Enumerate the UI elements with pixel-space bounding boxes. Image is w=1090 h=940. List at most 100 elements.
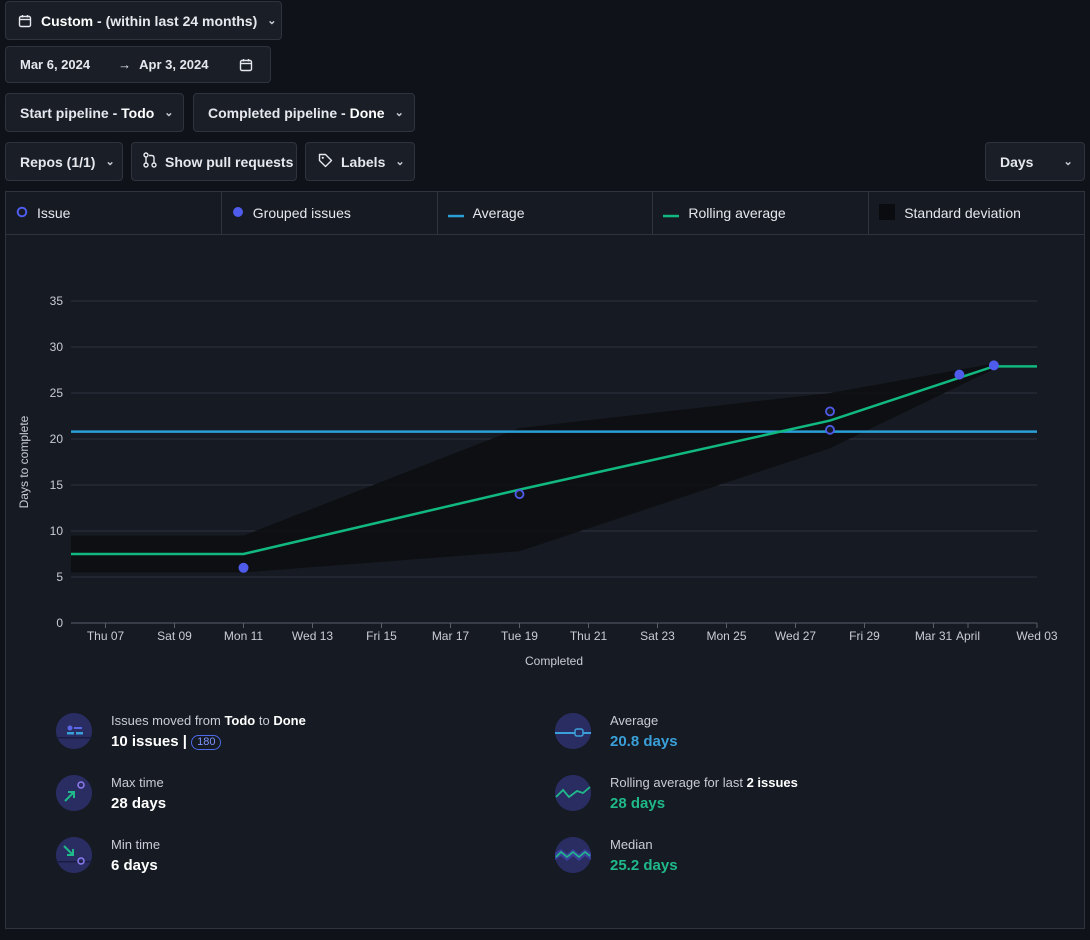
x-tick-label: Sat 23 (640, 629, 675, 643)
stat-average: Average 20.8 days (555, 713, 678, 750)
chart-panel: Issue Grouped issues Average Rolling ave… (5, 191, 1085, 929)
date-range-type: Custom (41, 12, 94, 29)
show-pull-requests-label: Show pull requests (165, 153, 294, 170)
legend-stddev-label: Standard deviation (904, 205, 1021, 221)
calendar-icon (18, 14, 32, 28)
average-line-icon (447, 205, 464, 221)
average-icon (555, 713, 591, 749)
min-time-icon (56, 837, 92, 873)
issues-moved-to: Done (273, 713, 306, 728)
arrow-icon: → (118, 57, 132, 72)
chevron-down-icon: ⌄ (394, 107, 404, 119)
x-tick-label: Wed 03 (1016, 629, 1057, 643)
legend-issue[interactable]: Issue (6, 192, 222, 234)
stat-issues-moved: Issues moved from Todo to Done 10 issues… (56, 713, 306, 750)
min-time-label: Min time (111, 837, 161, 852)
pull-request-icon (143, 152, 157, 171)
x-tick-label: Thu 07 (87, 629, 125, 643)
stat-rolling-average: Rolling average for last 2 issues 28 day… (555, 775, 798, 812)
labels-label: Labels (341, 153, 386, 170)
show-pull-requests-toggle[interactable]: Show pull requests (131, 142, 297, 181)
date-from-input[interactable]: Mar 6, 2024 (20, 57, 90, 72)
x-tick-label: Thu 21 (570, 629, 608, 643)
chevron-down-icon: ⌄ (395, 156, 405, 168)
unit-dropdown[interactable]: Days ⌄ (985, 142, 1085, 181)
y-tick-label: 25 (50, 386, 64, 400)
x-axis-label: Completed (525, 654, 583, 668)
legend-issue-label: Issue (37, 205, 71, 221)
x-tick-label: Fri 29 (849, 629, 880, 643)
x-tick-label: Tue 19 (501, 629, 538, 643)
legend-rolling-average[interactable]: Rolling average (653, 192, 870, 234)
start-pipeline-dropdown[interactable]: Start pipeline - Todo ⌄ (5, 93, 184, 132)
chevron-down-icon: ⌄ (105, 156, 115, 168)
rolling-average-label: Rolling average for last 2 issues (610, 775, 798, 791)
average-value: 20.8 days (610, 733, 678, 750)
legend-grouped-label: Grouped issues (252, 205, 351, 221)
x-tick-label: Wed 27 (775, 629, 816, 643)
issues-moved-prefix: Issues moved from (111, 713, 225, 728)
completed-pipeline-label: Completed pipeline - (208, 104, 350, 121)
completed-pipeline-dropdown[interactable]: Completed pipeline - Done ⌄ (193, 93, 415, 132)
issues-moved-label: Issues moved from Todo to Done (111, 713, 306, 729)
start-pipeline-value: Todo (121, 104, 155, 121)
issues-moved-to-word: to (255, 713, 274, 728)
median-icon (555, 837, 591, 873)
chevron-down-icon: ⌄ (164, 107, 174, 119)
chevron-down-icon: ⌄ (1063, 156, 1073, 168)
issues-moved-from: Todo (224, 713, 256, 728)
date-range-dropdown[interactable]: Custom - (within last 24 months) ⌄ (5, 1, 282, 40)
y-tick-label: 10 (50, 524, 64, 538)
max-time-label: Max time (111, 775, 164, 790)
date-range-note: - (within last 24 months) (93, 12, 258, 29)
legend-rolling-label: Rolling average (688, 205, 786, 221)
max-time-icon (56, 775, 92, 811)
stat-min-time: Min time 6 days (56, 837, 160, 874)
repos-label: Repos (1/1) (20, 153, 96, 170)
issue-point (514, 489, 525, 500)
issues-total-badge[interactable]: 180 (191, 734, 222, 750)
y-tick-label: 5 (56, 570, 63, 584)
y-tick-label: 15 (50, 478, 64, 492)
chart-legend: Issue Grouped issues Average Rolling ave… (6, 192, 1084, 235)
x-tick-label: Mar 31 (915, 629, 953, 643)
chevron-down-icon: ⌄ (267, 15, 277, 27)
rolling-prefix: Rolling average for last (610, 775, 747, 790)
y-tick-label: 0 (56, 616, 63, 630)
grouped-issue-point (238, 562, 249, 573)
labels-dropdown[interactable]: Labels ⌄ (305, 142, 415, 181)
legend-average[interactable]: Average (438, 192, 654, 234)
x-tick-label: Sat 09 (157, 629, 192, 643)
stddev-swatch-icon (879, 203, 896, 223)
y-tick-label: 20 (50, 432, 64, 446)
completed-pipeline-value: Done (349, 104, 385, 121)
tag-icon (318, 153, 333, 171)
x-tick-label: Mar 17 (432, 629, 470, 643)
x-tick-label: Mon 11 (224, 629, 263, 643)
stat-max-time: Max time 28 days (56, 775, 166, 812)
repos-dropdown[interactable]: Repos (1/1) ⌄ (5, 142, 123, 181)
grouped-marker-icon (232, 205, 244, 221)
min-time-value: 6 days (111, 857, 158, 874)
y-tick-label: 35 (50, 294, 64, 308)
x-tick-label: Wed 13 (292, 629, 333, 643)
legend-grouped-issues[interactable]: Grouped issues (222, 192, 438, 234)
grouped-issue-point (988, 360, 999, 371)
cycle-time-chart: 0 5 10 15 20 25 30 35 Thu 07 Sat 09 Mon 11 Wed 13 Fr… (17, 294, 1058, 668)
legend-average-label: Average (472, 205, 525, 221)
date-range-inputs: Mar 6, 2024 → Apr 3, 2024 (5, 46, 271, 83)
issue-marker-icon (16, 205, 28, 221)
x-tick-label: April (956, 629, 980, 643)
max-time-value: 28 days (111, 795, 167, 812)
calendar-icon[interactable] (239, 58, 253, 72)
grouped-issue-point (954, 369, 965, 380)
issues-count: 10 issues | (111, 733, 187, 750)
y-tick-label: 30 (50, 340, 64, 354)
y-axis-label: Days to complete (17, 415, 31, 508)
unit-label: Days (1000, 153, 1034, 170)
issues-moved-icon (56, 713, 92, 749)
date-to-input[interactable]: Apr 3, 2024 (139, 57, 208, 72)
issue-point (825, 424, 835, 435)
issue-point (825, 406, 835, 417)
legend-standard-deviation[interactable]: Standard deviation (869, 192, 1084, 234)
